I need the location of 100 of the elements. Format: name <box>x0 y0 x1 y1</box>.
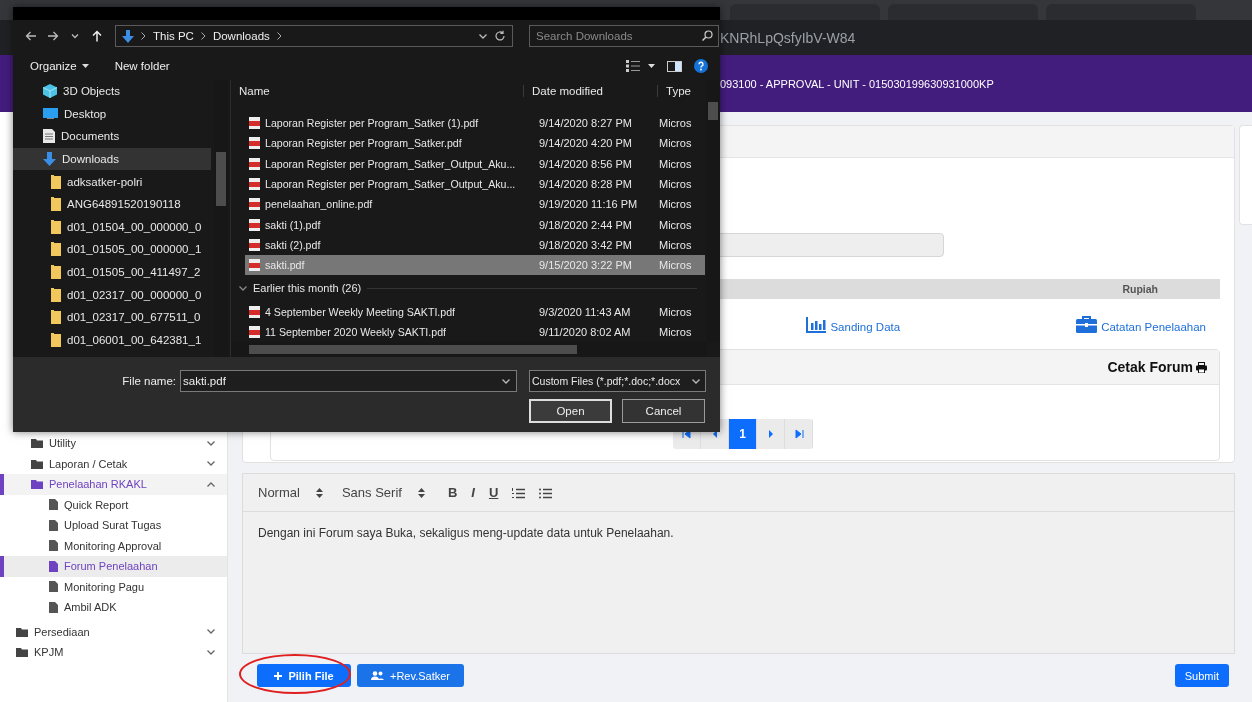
file-row[interactable]: Laporan Register per Program_Satker.pdf 9/14/2020 4:20 PM Micros <box>245 133 705 154</box>
document-icon <box>43 129 55 144</box>
caret-down-icon <box>502 378 510 384</box>
folder-tree-item[interactable]: Desktop <box>13 102 211 126</box>
breadcrumb-item[interactable]: This PC <box>153 30 194 42</box>
caret-down-icon <box>81 64 89 68</box>
field-label: File name: <box>121 375 177 387</box>
add-satker-button[interactable]: +Rev.Satker <box>357 664 464 687</box>
caret-down-icon <box>207 440 215 446</box>
monitor-icon <box>43 108 58 120</box>
preview-pane-button[interactable] <box>667 60 682 72</box>
folder-tree-item[interactable]: adksatker-polri <box>13 170 211 193</box>
sidebar-subitem[interactable]: Upload Surat Tugas <box>0 515 227 536</box>
folder-icon <box>51 287 61 302</box>
italic-button[interactable]: I <box>467 485 479 500</box>
search-icon <box>702 30 713 41</box>
forward-button[interactable] <box>47 30 59 42</box>
caret-down-icon <box>207 461 215 467</box>
up-button[interactable] <box>91 30 103 42</box>
folder-tree-item[interactable]: ANG64891520190118 <box>13 192 211 216</box>
page-button[interactable]: 1 <box>729 419 757 449</box>
refresh-icon <box>494 30 506 42</box>
caret-down-icon <box>692 378 700 384</box>
folder-icon <box>51 174 61 189</box>
new-folder-button[interactable]: New folder <box>114 60 170 72</box>
link[interactable]: Catatan Penelaahan <box>1076 307 1206 333</box>
caret-down-icon <box>207 649 215 655</box>
sidebar-subitem[interactable]: Ambil ADK <box>0 597 227 618</box>
preview-pane-icon <box>667 60 682 72</box>
sidebar-subitem[interactable]: Monitoring Approval <box>0 535 227 556</box>
address-field[interactable]: This PC Downloads <box>115 25 513 47</box>
file-type-dropdown[interactable]: Custom Files (*.pdf;*.doc;*.docx <box>529 370 706 392</box>
group-header[interactable]: Earlier this month (26) <box>239 275 707 302</box>
search-field[interactable]: Search Downloads <box>529 25 719 47</box>
cancel-button[interactable]: Cancel <box>622 399 705 423</box>
file-row[interactable]: Laporan Register per Program_Satker (1).pdf 9/14/2020 8:27 PM Micros <box>245 113 705 134</box>
folder-icon <box>51 219 61 234</box>
bullet-list-icon <box>539 486 553 499</box>
help-button[interactable] <box>694 59 708 73</box>
folder-tree-item[interactable]: Documents <box>13 125 211 148</box>
skip-icon <box>793 429 804 439</box>
open-button[interactable]: Open <box>529 399 612 423</box>
submit-button[interactable]: Submit <box>1174 664 1229 687</box>
pdf-file-icon <box>249 259 260 272</box>
sidebar-item[interactable]: Laporan / Cetak <box>0 453 227 474</box>
sidebar-item[interactable]: KPJM <box>0 642 227 663</box>
column-header[interactable]: Type <box>657 85 697 97</box>
skip-icon <box>681 429 692 439</box>
caret-down-icon <box>648 64 655 68</box>
sidebar-subitem[interactable]: Quick Report <box>0 494 227 515</box>
file-row[interactable]: Laporan Register per Program_Satker_Output_Aku... 9/14/2020 8:28 PM Micros <box>245 173 705 195</box>
folder-tree-item[interactable]: d01_01505_00_411497_2 <box>13 260 211 284</box>
sidebar-item[interactable]: Persediaan <box>0 621 227 642</box>
up-icon <box>91 30 103 42</box>
folder-icon <box>51 332 61 347</box>
bold-button[interactable]: B <box>443 485 462 500</box>
file-row[interactable]: 11 September 2020 Weekly SAKTI.pdf 9/11/2020 8:02 AM Micros <box>245 321 705 342</box>
column-header[interactable]: Name <box>231 85 523 97</box>
pdf-file-icon <box>249 117 260 130</box>
folder-icon <box>16 626 28 637</box>
folder-tree-item[interactable]: Downloads <box>13 147 211 171</box>
chevron-right-icon <box>200 32 206 40</box>
folder-tree-item[interactable]: 3D Objects <box>13 80 211 103</box>
file-row[interactable]: penelaahan_online.pdf 9/19/2020 11:16 PM Micros <box>245 194 705 215</box>
plus-icon <box>274 671 283 680</box>
file-row[interactable]: sakti (2).pdf 9/18/2020 3:42 PM Micros <box>245 234 705 256</box>
folder-icon <box>16 647 28 658</box>
folder-tree-item[interactable]: d01_02317_00_000000_0 <box>13 283 211 306</box>
organize-menu[interactable]: Organize <box>30 60 89 72</box>
file-row[interactable]: sakti (1).pdf 9/18/2020 2:44 PM Micros <box>245 214 705 235</box>
sidebar-subitem[interactable]: Monitoring Pagu <box>0 576 227 597</box>
folder-icon <box>31 458 43 469</box>
column-header: Rupiah <box>1122 283 1158 295</box>
sidebar-item[interactable]: Utility <box>0 433 227 454</box>
folder-tree-item[interactable]: d01_01505_00_000000_1 <box>13 238 211 261</box>
underline-button[interactable]: U <box>484 485 503 500</box>
sort-caret-icon <box>417 487 425 498</box>
file-row[interactable]: 4 September Weekly Meeting SAKTI.pdf 9/3/2020 11:43 AM Micros <box>245 301 705 322</box>
folder-tree-item[interactable]: d01_01504_00_000000_0 <box>13 215 211 239</box>
sidebar-subitem[interactable]: Forum Penelaahan <box>0 556 227 577</box>
breadcrumb-item[interactable]: Downloads <box>212 30 270 42</box>
folder-icon <box>51 310 61 325</box>
text-editor[interactable]: Normal Sans Serif B I U Dengan ini Forum saya Buka, sekaligus meng-update data untuk Penelaahan. <box>242 473 1235 654</box>
file-row[interactable]: sakti.pdf 9/15/2020 3:22 PM Micros <box>245 255 705 276</box>
file-name-field[interactable]: sakti.pdf <box>180 370 517 392</box>
editor-text: Dengan ini Forum saya Buka, sekaligus meng-update data untuk Penelaahan. <box>257 525 675 542</box>
link[interactable]: Sanding Data <box>806 307 901 333</box>
back-button[interactable] <box>25 30 37 42</box>
folder-tree-item[interactable]: d01_06001_00_642381_1 <box>13 328 211 352</box>
file-row[interactable]: Laporan Register per Program_Satker_Output_Aku... 9/14/2020 8:56 PM Micros <box>245 153 705 174</box>
view-options-button[interactable] <box>626 60 655 72</box>
font-dropdown[interactable]: Sans Serif <box>341 485 425 500</box>
format-dropdown[interactable]: Normal <box>258 485 323 500</box>
folder-tree-item[interactable]: d01_02317_00_677511_0 <box>13 305 211 329</box>
last-page-button[interactable] <box>785 419 813 449</box>
pdf-file-icon <box>249 325 260 338</box>
pdf-file-icon <box>249 157 260 170</box>
choose-file-button[interactable]: Pilih File <box>257 664 351 687</box>
column-header[interactable]: Date modified <box>523 85 657 97</box>
sidebar-item[interactable]: Penelaahan RKAKL <box>0 474 227 495</box>
